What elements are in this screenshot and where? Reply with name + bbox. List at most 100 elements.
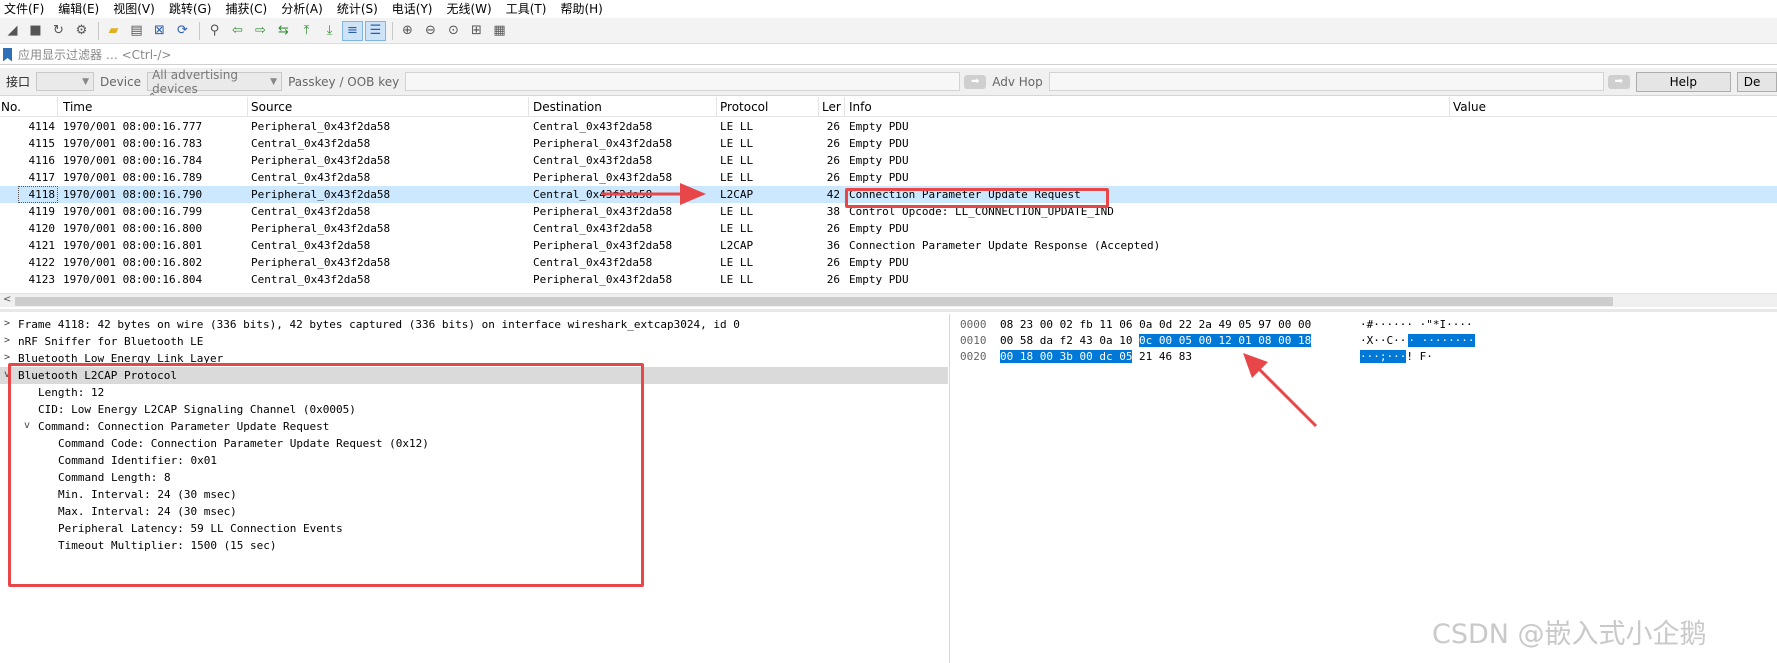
menu-item[interactable]: 电话(Y) bbox=[392, 0, 433, 17]
detail-row[interactable]: > nRF Sniffer for Bluetooth LE bbox=[0, 333, 948, 350]
packet-cell-len: 26 bbox=[826, 137, 840, 150]
column-header-value[interactable]: Value bbox=[1453, 100, 1486, 114]
bytes-hex-plain[interactable]: 00 58 da f2 43 0a 10 bbox=[1000, 334, 1132, 347]
go-back-icon[interactable]: ⇦ bbox=[227, 21, 248, 41]
help-button[interactable]: Help bbox=[1635, 71, 1731, 92]
collapsed-chevron-icon[interactable]: > bbox=[4, 335, 10, 346]
display-filter-input[interactable]: 应用显示过滤器 … <Ctrl-/> bbox=[18, 46, 171, 63]
advhop-input[interactable] bbox=[1048, 72, 1604, 91]
bytes-ascii-hl[interactable]: ···;··· bbox=[1360, 350, 1407, 363]
menu-item[interactable]: 帮助(H) bbox=[560, 0, 602, 17]
column-header-length[interactable]: Ler bbox=[822, 100, 841, 114]
menu-item[interactable]: 视图(V) bbox=[113, 0, 155, 17]
collapsed-chevron-icon[interactable]: > bbox=[4, 318, 10, 329]
bytes-ascii-plain[interactable]: ·#······ ·"*I···· bbox=[1360, 318, 1473, 331]
column-header-time[interactable]: Time bbox=[63, 100, 92, 114]
pane-splitter[interactable] bbox=[0, 309, 1777, 312]
menu-item[interactable]: 跳转(G) bbox=[169, 0, 212, 17]
go-last-icon[interactable]: ⤓ bbox=[319, 21, 340, 41]
column-header-no[interactable]: No. bbox=[1, 100, 21, 114]
menu-item[interactable]: 无线(W) bbox=[447, 0, 492, 17]
column-divider[interactable] bbox=[818, 97, 819, 117]
packet-row[interactable]: 4123 1970/001 08:00:16.804 Central_0x43f2d… bbox=[0, 271, 1777, 288]
save-file-icon[interactable]: ▤ bbox=[126, 21, 147, 41]
bytes-row: 0020 00 18 00 3b 00 dc 05 21 46 83 ···;···!… bbox=[956, 349, 1777, 365]
bytes-ascii-after[interactable]: ! F· bbox=[1406, 350, 1433, 363]
interface-select[interactable]: ▼ bbox=[36, 72, 95, 91]
device-select[interactable]: All advertising devices ▼ bbox=[147, 68, 283, 96]
scroll-left-icon[interactable]: < bbox=[3, 294, 11, 305]
resize-columns-icon[interactable]: ⊞ bbox=[466, 21, 487, 41]
go-forward-icon[interactable]: ⇨ bbox=[250, 21, 271, 41]
annotation-box-info bbox=[845, 188, 1109, 208]
column-divider[interactable] bbox=[716, 97, 717, 117]
packet-row[interactable]: 4116 1970/001 08:00:16.784 Peripheral_0x43… bbox=[0, 152, 1777, 169]
packet-cell-protocol: L2CAP bbox=[720, 239, 754, 252]
column-divider[interactable] bbox=[1449, 97, 1450, 117]
packet-cell-protocol: LE LL bbox=[720, 222, 754, 235]
column-header-info[interactable]: Info bbox=[849, 100, 872, 114]
passkey-input[interactable] bbox=[405, 72, 961, 91]
column-divider[interactable] bbox=[528, 97, 529, 117]
packet-cell-time: 1970/001 08:00:16.801 bbox=[63, 239, 203, 252]
zoom-normal-icon[interactable]: ⊙ bbox=[443, 21, 464, 41]
packet-row[interactable]: 4122 1970/001 08:00:16.802 Peripheral_0x43… bbox=[0, 254, 1777, 271]
auto-scroll-icon[interactable]: ≡ bbox=[342, 20, 363, 41]
annotation-arrow-right-icon bbox=[602, 183, 706, 205]
packet-row[interactable]: 4115 1970/001 08:00:16.783 Central_0x43f2d… bbox=[0, 135, 1777, 152]
column-divider[interactable] bbox=[844, 97, 845, 117]
column-header-source[interactable]: Source bbox=[251, 100, 292, 114]
packet-cell-source: Central_0x43f2da58 bbox=[251, 273, 371, 286]
detail-row[interactable]: > Frame 4118: 42 bytes on wire (336 bits)… bbox=[0, 316, 948, 333]
go-to-packet-icon[interactable]: ⇆ bbox=[273, 21, 294, 41]
menu-item[interactable]: 统计(S) bbox=[337, 0, 378, 17]
close-file-icon[interactable]: ⊠ bbox=[149, 21, 170, 41]
menu-item[interactable]: 工具(T) bbox=[506, 0, 547, 17]
colorize-icon[interactable]: ☰ bbox=[365, 20, 386, 41]
menu-item[interactable]: 捕获(C) bbox=[225, 0, 267, 17]
bookmark-icon[interactable] bbox=[3, 47, 12, 62]
go-first-icon[interactable]: ⤒ bbox=[296, 21, 317, 41]
advhop-apply-icon[interactable]: ➡ bbox=[1607, 74, 1630, 89]
find-packet-icon[interactable]: ⚲ bbox=[204, 21, 225, 41]
packet-row[interactable]: 4120 1970/001 08:00:16.800 Peripheral_0x43… bbox=[0, 220, 1777, 237]
open-file-icon[interactable]: ▰ bbox=[103, 21, 124, 41]
bytes-hex-after[interactable]: 21 46 83 bbox=[1139, 350, 1192, 363]
menu-item[interactable]: 分析(A) bbox=[281, 0, 323, 17]
toolbar-separator bbox=[98, 21, 99, 40]
scroll-thumb[interactable] bbox=[15, 297, 1613, 306]
shark-fin-start-icon[interactable]: ◢ bbox=[2, 21, 23, 41]
menu-item[interactable]: 文件(F) bbox=[4, 0, 44, 17]
packet-cell-source: Peripheral_0x43f2da58 bbox=[251, 256, 391, 269]
packet-row[interactable]: 4114 1970/001 08:00:16.777 Peripheral_0x43… bbox=[0, 118, 1777, 135]
restart-capture-icon[interactable]: ↻ bbox=[48, 21, 69, 41]
packet-row[interactable]: 4121 1970/001 08:00:16.801 Central_0x43f2d… bbox=[0, 237, 1777, 254]
packet-cell-len: 26 bbox=[826, 273, 840, 286]
packet-cell-protocol: LE LL bbox=[720, 205, 754, 218]
bytes-ascii-hl[interactable]: · ········ bbox=[1408, 334, 1475, 347]
column-header-destination[interactable]: Destination bbox=[533, 100, 602, 114]
bytes-hex-hl[interactable]: 0c 00 05 00 12 01 08 00 18 bbox=[1139, 334, 1312, 347]
collapsed-chevron-icon[interactable]: > bbox=[4, 352, 10, 363]
column-header-protocol[interactable]: Protocol bbox=[720, 100, 768, 114]
bytes-hex-plain[interactable]: 08 23 00 02 fb 11 06 0a 0d 22 2a 49 05 9… bbox=[1000, 318, 1311, 331]
reload-file-icon[interactable]: ⟳ bbox=[172, 21, 193, 41]
packet-list-hscrollbar[interactable]: < bbox=[0, 293, 1777, 307]
defaults-button[interactable]: De bbox=[1736, 71, 1777, 92]
packet-cell-info: Empty PDU bbox=[849, 137, 909, 150]
stop-capture-icon[interactable]: ■ bbox=[25, 21, 46, 41]
zoom-out-icon[interactable]: ⊖ bbox=[420, 21, 441, 41]
passkey-apply-icon[interactable]: ➡ bbox=[964, 74, 987, 89]
bytes-ascii-plain[interactable]: ·X··C·· bbox=[1360, 334, 1406, 347]
bytes-hex-hl[interactable]: 00 18 00 3b 00 dc 05 bbox=[1000, 350, 1133, 363]
display-filter-bar[interactable]: 应用显示过滤器 … <Ctrl-/> bbox=[0, 45, 1777, 65]
menu-item[interactable]: 编辑(E) bbox=[58, 0, 99, 17]
packet-cell-no: 4114 bbox=[28, 120, 56, 133]
column-divider[interactable] bbox=[57, 97, 58, 117]
layout-icon[interactable]: ▦ bbox=[489, 21, 510, 41]
zoom-in-icon[interactable]: ⊕ bbox=[397, 21, 418, 41]
packet-cell-time: 1970/001 08:00:16.789 bbox=[63, 171, 203, 184]
packet-row[interactable]: 4117 1970/001 08:00:16.789 Central_0x43f2d… bbox=[0, 169, 1777, 186]
column-divider[interactable] bbox=[247, 97, 248, 117]
capture-options-icon[interactable]: ⚙ bbox=[71, 21, 92, 41]
